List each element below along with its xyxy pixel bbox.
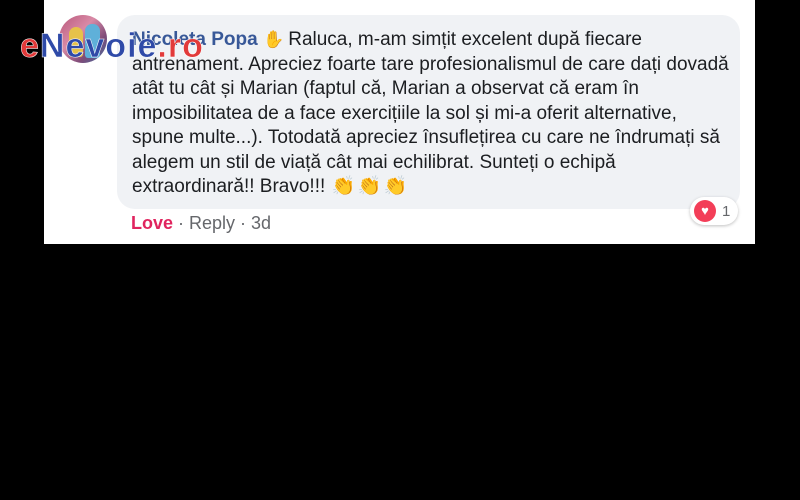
reaction-count: 1 <box>722 202 731 220</box>
clapping-hands-icon: 👏 <box>357 176 382 197</box>
watermark-mid: Nevoie <box>39 27 158 66</box>
comment-age[interactable]: 3d <box>251 213 271 233</box>
watermark-end: .ro <box>157 27 204 66</box>
reply-button[interactable]: Reply <box>189 213 235 233</box>
clapping-hands-icon: 👏 <box>331 176 356 197</box>
heart-icon: ♥ <box>694 200 716 222</box>
separator: · <box>178 213 185 233</box>
comment-actions: Love · Reply · 3d <box>131 213 271 234</box>
site-watermark: eNevoie.ro <box>20 27 204 66</box>
watermark-start: e <box>20 27 40 66</box>
comment-body: Nicoleta Popa ✋ Raluca, m-am simțit exce… <box>132 28 732 200</box>
comment-bubble: Nicoleta Popa ✋ Raluca, m-am simțit exce… <box>117 15 740 209</box>
separator: · <box>240 213 247 233</box>
comment-text: Raluca, m-am simțit excelent după fiecar… <box>132 29 729 197</box>
love-button[interactable]: Love <box>131 213 173 233</box>
waving-hand-icon: ✋ <box>262 30 285 49</box>
clapping-hands-icon: 👏 <box>383 176 408 197</box>
reaction-summary[interactable]: ♥ 1 <box>690 197 739 225</box>
